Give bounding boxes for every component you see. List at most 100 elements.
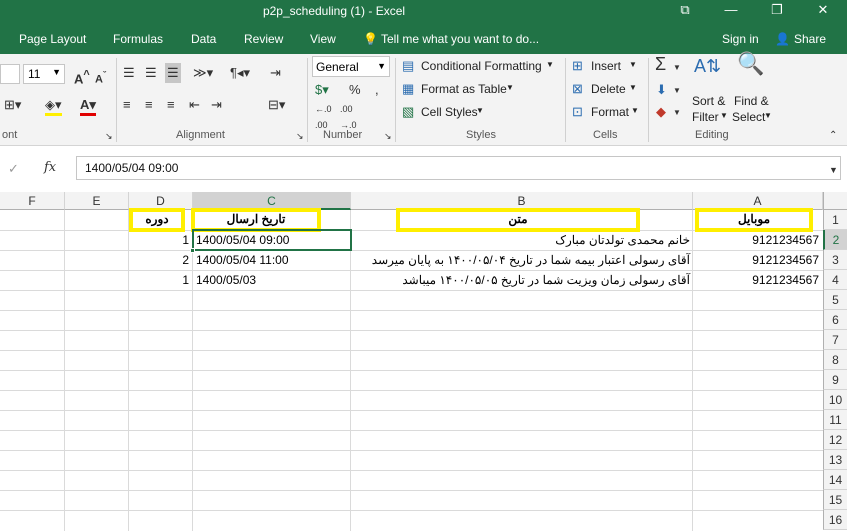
row-header[interactable]: 13 [823, 450, 847, 470]
row-header[interactable]: 5 [823, 290, 847, 310]
fill-icon[interactable]: ⬇ [656, 82, 667, 98]
tab-data[interactable]: Data [191, 32, 216, 46]
row-header[interactable]: 14 [823, 470, 847, 490]
header-cell-mobile[interactable]: موبایل [695, 208, 813, 232]
font-size-box[interactable]: 11 ▼ [23, 64, 65, 84]
row-header[interactable]: 1 [823, 210, 847, 230]
gridline [0, 350, 823, 351]
row-header[interactable]: 12 [823, 430, 847, 450]
number-format-dropdown[interactable]: General ▼ [312, 56, 390, 77]
chevron-down-icon: ▼ [546, 60, 554, 69]
increase-font-icon[interactable]: A^ [74, 67, 90, 87]
cell-mobile[interactable]: 9121234567 [695, 230, 819, 250]
column-header-e[interactable]: E [65, 192, 129, 210]
title-bar: p2p_scheduling (1) - Excel ⧉ — ❐ ✕ [0, 0, 847, 25]
ribbon-display-options-icon[interactable]: ⧉ [662, 0, 708, 22]
close-button[interactable]: ✕ [800, 0, 846, 22]
share-button[interactable]: Share [794, 32, 826, 46]
divider [116, 58, 117, 142]
cell-period[interactable]: 1 [131, 270, 189, 290]
dialog-launcher-icon[interactable]: ↘ [384, 128, 392, 144]
merge-center-icon[interactable]: ⊟▾ [268, 97, 285, 113]
format-as-table-button[interactable]: Format as Table [421, 82, 507, 96]
conditional-formatting-button[interactable]: Conditional Formatting [421, 59, 542, 73]
wrap-text-icon[interactable]: ⇥ [270, 65, 281, 81]
find-select-label[interactable]: Find & [734, 94, 769, 108]
header-cell-period[interactable]: دوره [129, 208, 185, 232]
middle-align-icon[interactable]: ☰ [145, 65, 157, 81]
row-header[interactable]: 15 [823, 490, 847, 510]
insert-button[interactable]: Insert [591, 59, 621, 73]
enter-check-icon[interactable]: ✓ [8, 161, 19, 177]
align-center-icon[interactable]: ≡ [145, 97, 153, 113]
sign-in-link[interactable]: Sign in [722, 32, 759, 46]
cell-mobile[interactable]: 9121234567 [695, 270, 819, 290]
expand-formula-icon[interactable]: ▼ [829, 162, 838, 178]
clear-icon[interactable]: ◆ [656, 104, 666, 120]
increase-indent-icon[interactable]: ⇥ [211, 97, 222, 113]
align-left-icon[interactable]: ≡ [123, 97, 131, 113]
row-header[interactable]: 4 [823, 270, 847, 290]
row-header[interactable]: 6 [823, 310, 847, 330]
dialog-launcher-icon[interactable]: ↘ [296, 128, 304, 144]
sort-filter-label-2[interactable]: Filter [692, 110, 719, 124]
row-header[interactable]: 11 [823, 410, 847, 430]
select-all-corner[interactable] [823, 192, 847, 210]
cell-text[interactable]: آقای رسولی اعتبار بیمه شما در تاریخ ۱۴۰۰… [353, 250, 690, 270]
align-right-icon[interactable]: ≡ [167, 97, 175, 113]
dialog-launcher-icon[interactable]: ↘ [105, 128, 113, 144]
top-align-icon[interactable]: ☰ [123, 65, 135, 81]
tab-view[interactable]: View [310, 32, 336, 46]
row-header[interactable]: 7 [823, 330, 847, 350]
comma-style-icon[interactable]: , [375, 82, 379, 98]
chevron-down-icon: ▼ [629, 60, 637, 69]
row-header[interactable]: 2 [823, 230, 847, 250]
accounting-format-icon[interactable]: $▾ [315, 82, 329, 98]
cell-mobile[interactable]: 9121234567 [695, 250, 819, 270]
fill-handle[interactable] [190, 248, 195, 253]
row-header[interactable]: 10 [823, 390, 847, 410]
font-name-box[interactable] [0, 64, 20, 84]
cell-text[interactable]: آقای رسولی زمان ویزیت شما در تاریخ ۱۴۰۰/… [353, 270, 690, 290]
tab-page-layout[interactable]: Page Layout [19, 32, 86, 46]
autosum-icon[interactable]: Σ [655, 55, 666, 73]
collapse-ribbon-icon[interactable]: ⌃ [829, 128, 837, 144]
find-select-label-2[interactable]: Select [732, 110, 765, 124]
cell-send-date[interactable]: 1400/05/04 11:00 [196, 250, 289, 270]
row-header[interactable]: 3 [823, 250, 847, 270]
cell-period[interactable]: 1 [131, 230, 189, 250]
insert-function-icon[interactable]: fx [44, 160, 56, 176]
insert-cells-icon: ⊞ [572, 58, 583, 73]
header-cell-text[interactable]: متن [396, 208, 640, 232]
decrease-font-icon[interactable]: Aˇ [95, 67, 106, 88]
font-color-icon[interactable]: A▾ [80, 97, 96, 116]
rtl-direction-icon[interactable]: ¶◂▾ [230, 65, 250, 81]
formula-input[interactable]: 1400/05/04 09:00 [76, 156, 841, 180]
tell-me-search[interactable]: Tell me what you want to do... [381, 32, 539, 46]
fill-color-icon[interactable]: ◈▾ [45, 97, 62, 116]
cell-send-date[interactable]: 1400/05/03 [196, 270, 256, 290]
window-title: p2p_scheduling (1) - Excel [262, 4, 406, 18]
restore-button[interactable]: ❐ [754, 0, 800, 22]
cell-styles-button[interactable]: Cell Styles [421, 105, 478, 119]
decrease-indent-icon[interactable]: ⇤ [189, 97, 200, 113]
column-header-f[interactable]: F [0, 192, 65, 210]
delete-button[interactable]: Delete [591, 82, 626, 96]
cell-period[interactable]: 2 [131, 250, 189, 270]
borders-icon[interactable]: ⊞▾ [4, 97, 21, 113]
percent-style-icon[interactable]: % [349, 82, 361, 98]
group-label-styles: Styles [466, 129, 496, 141]
formula-value: 1400/05/04 09:00 [85, 161, 179, 175]
row-header[interactable]: 9 [823, 370, 847, 390]
format-button[interactable]: Format [591, 105, 629, 119]
formula-bar: ✓ fx 1400/05/04 09:00 ▼ [0, 146, 847, 190]
bottom-align-icon[interactable]: ☰ [165, 63, 181, 83]
cell-text[interactable]: خانم محمدی تولدتان مبارک [353, 230, 690, 250]
tab-review[interactable]: Review [244, 32, 283, 46]
orientation-icon[interactable]: ≫▾ [193, 65, 213, 81]
tab-formulas[interactable]: Formulas [113, 32, 163, 46]
sort-filter-label[interactable]: Sort & [692, 94, 725, 108]
row-header[interactable]: 16 [823, 510, 847, 530]
row-header[interactable]: 8 [823, 350, 847, 370]
minimize-button[interactable]: — [708, 0, 754, 22]
